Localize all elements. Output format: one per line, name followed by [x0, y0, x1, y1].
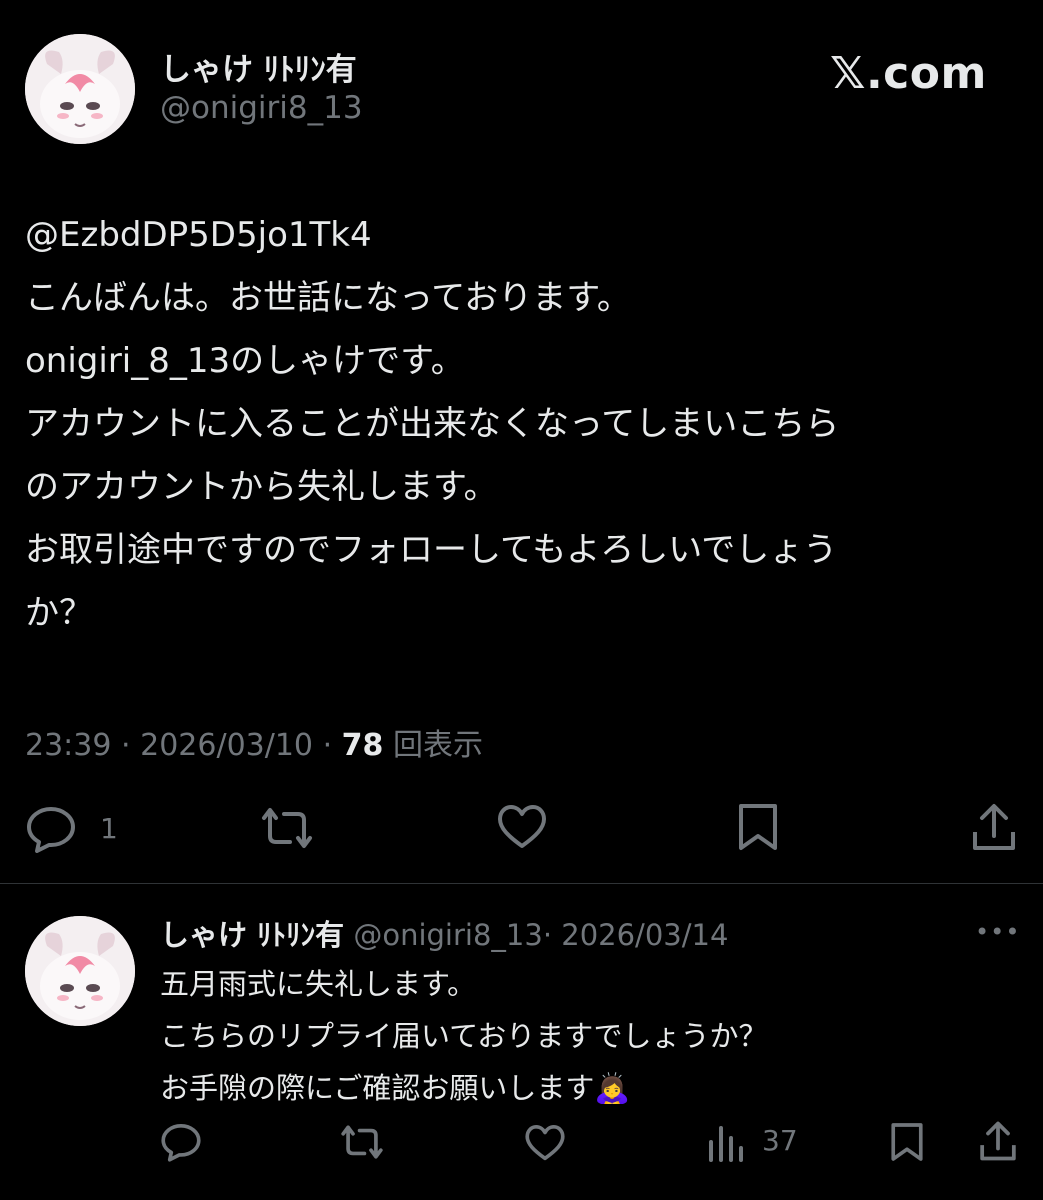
reply-text-line: こちらのリプライ届いておりますでしょうか？: [160, 1019, 768, 1053]
tweet-text-line: お取引途中ですのでフォローしてもよろしいでしょう: [25, 530, 838, 570]
tweet-meta: 23:39 · 2026/03/10 · 78 回表示: [25, 720, 483, 764]
heart-icon: [525, 1125, 565, 1161]
author-name[interactable]: しゃけ ﾘﾄﾘﾝ有: [160, 44, 357, 89]
tweet-text: こんばんは。お世話になっております。 onigiri_8_13のしゃけです。 ア…: [25, 267, 839, 645]
retweet-icon: [262, 808, 312, 848]
tweet-text-line: こんばんは。お世話になっております。: [25, 278, 631, 318]
reply-icon: [27, 807, 75, 853]
bookmark-icon: [739, 804, 777, 850]
meta-separator: ·: [121, 728, 131, 763]
reply-like-button[interactable]: [524, 1124, 566, 1162]
reply-views-count: 37: [762, 1124, 798, 1157]
mention-link[interactable]: @EzbdDP5D5jo1Tk4: [25, 204, 372, 267]
reply-share-button[interactable]: [978, 1120, 1018, 1162]
brand-logo: 𝕏.com: [830, 48, 987, 99]
like-button[interactable]: [496, 804, 548, 850]
bookmark-button[interactable]: [737, 803, 779, 851]
tweet-time[interactable]: 23:39: [25, 728, 111, 763]
views-label: 回表示: [392, 728, 483, 763]
tweet-text-line: のアカウントから失礼します。: [25, 467, 498, 507]
tweet-text-line: onigiri_8_13のしゃけです。: [25, 341, 465, 381]
tweet-divider: [0, 883, 1043, 884]
author-avatar[interactable]: [25, 34, 135, 144]
reply-icon: [161, 1124, 201, 1162]
views-count: 78: [341, 728, 384, 763]
reply-text: 五月雨式に失礼します。 こちらのリプライ届いておりますでしょうか？ お手隙の際に…: [160, 958, 768, 1114]
heart-icon: [498, 805, 546, 848]
reply-author-avatar[interactable]: [25, 916, 135, 1026]
tweet-date[interactable]: 2026/03/10: [140, 728, 313, 763]
reply-button[interactable]: [25, 805, 77, 853]
author-handle[interactable]: @onigiri8_13: [160, 90, 363, 126]
reply-author-name[interactable]: しゃけ ﾘﾄﾘﾝ有: [160, 918, 344, 952]
views-icon: [709, 1126, 743, 1162]
tweet-text-line: か？: [25, 593, 93, 633]
reply-views-button[interactable]: [708, 1124, 744, 1162]
reply-retweet-button[interactable]: [338, 1124, 386, 1160]
tweet-text-line: アカウントに入ることが出来なくなってしまいこちら: [25, 404, 840, 444]
meta-separator: ·: [322, 728, 333, 763]
reply-bookmark-button[interactable]: [890, 1122, 924, 1162]
reply-reply-button[interactable]: [160, 1122, 202, 1162]
reply-date[interactable]: · 2026/03/14: [543, 918, 729, 952]
retweet-icon: [341, 1125, 383, 1159]
reply-text-line: お手隙の際にご確認お願いします🙇‍♀️: [160, 1071, 631, 1105]
reply-text-line: 五月雨式に失礼します。: [160, 967, 477, 1001]
share-icon: [980, 1121, 1016, 1161]
reply-header: しゃけ ﾘﾄﾘﾝ有 @onigiri8_13· 2026/03/14: [160, 912, 728, 954]
reply-count: 1: [100, 812, 118, 845]
bookmark-icon: [891, 1123, 923, 1161]
retweet-button[interactable]: [258, 806, 316, 850]
more-options-icon[interactable]: •••: [975, 918, 1020, 946]
reply-author-handle[interactable]: @onigiri8_13: [353, 918, 542, 952]
share-button[interactable]: [970, 802, 1018, 852]
share-icon: [973, 804, 1015, 850]
